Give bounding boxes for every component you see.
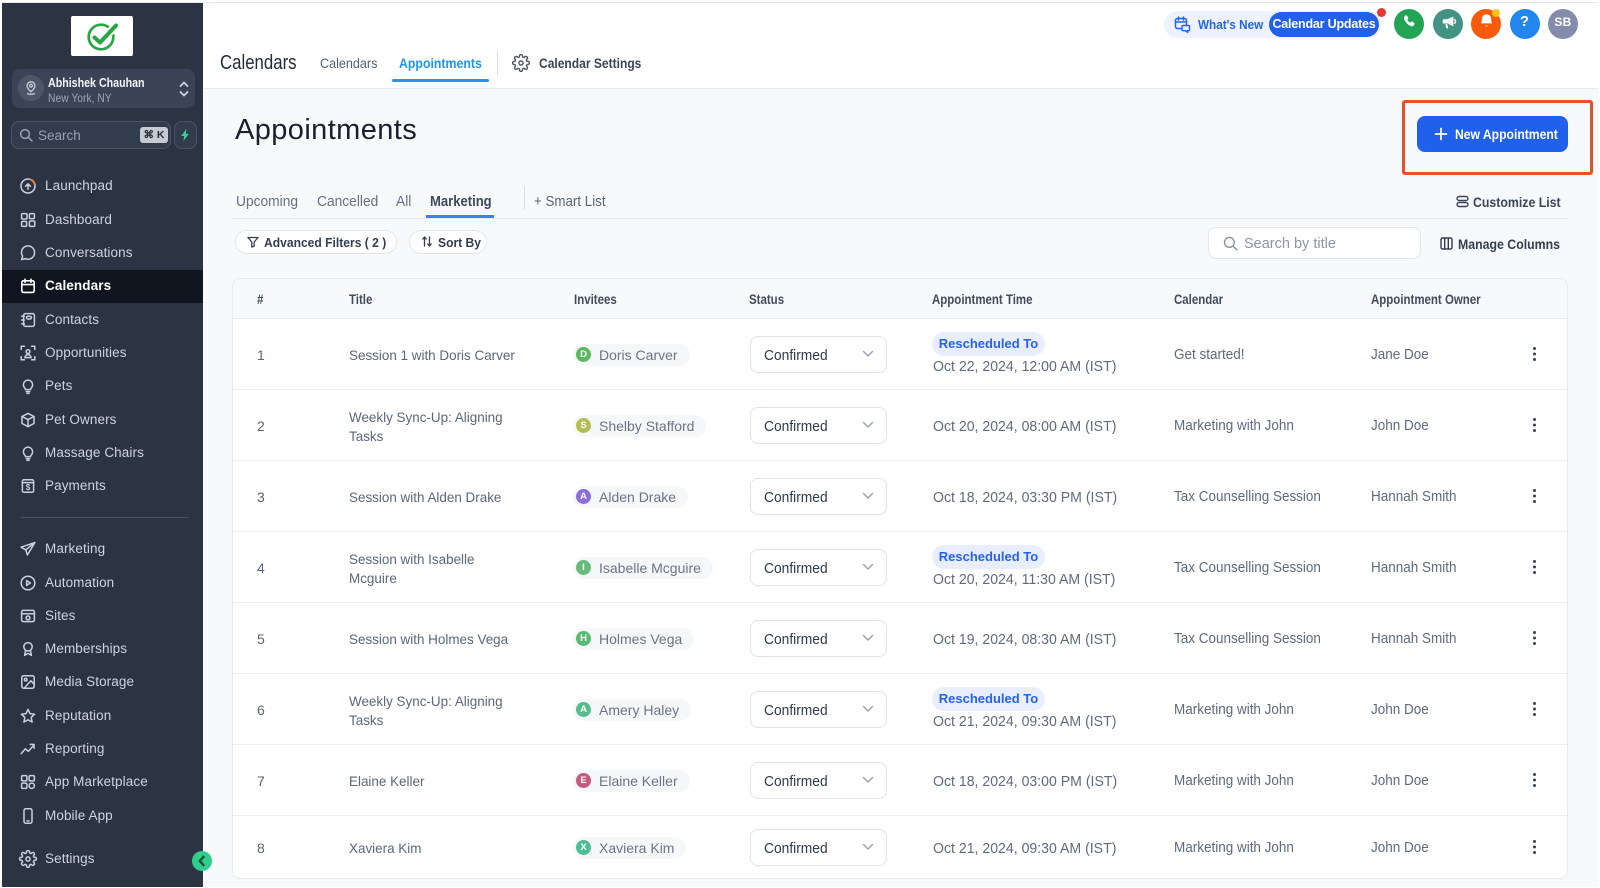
svg-text:$: $ (26, 483, 31, 492)
